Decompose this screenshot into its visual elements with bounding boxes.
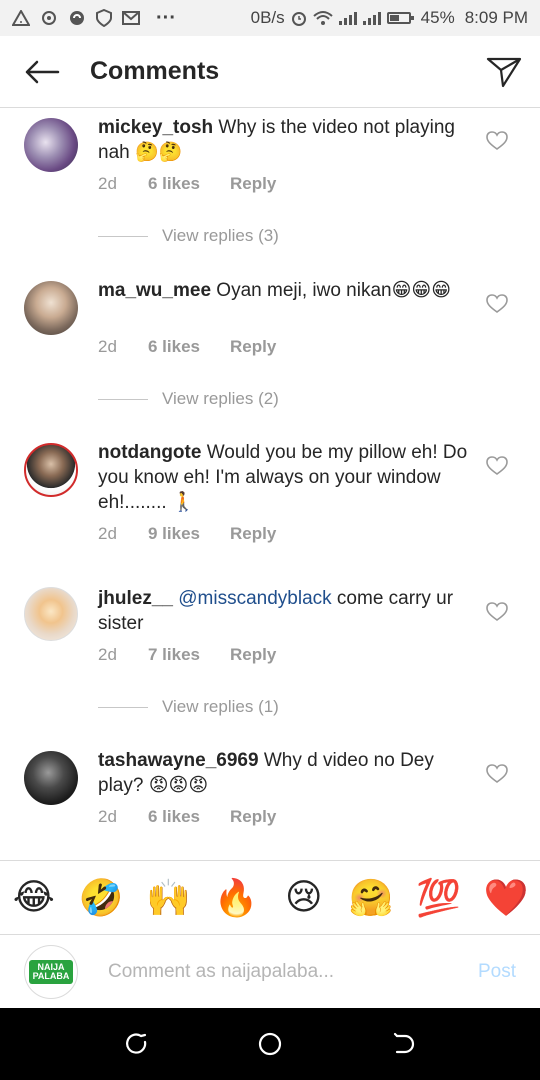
back-arrow-icon (25, 60, 60, 83)
comment-text: jhulez__ @misscandyblack come carry ur s… (98, 586, 468, 636)
mail-icon (122, 11, 140, 25)
comment-username[interactable]: jhulez__ (98, 588, 173, 609)
avatar[interactable] (24, 281, 78, 335)
emoji-hugging-button[interactable]: 🤗 (348, 877, 394, 919)
alarm-icon (291, 12, 306, 26)
brand-logo-line2: PALABA (32, 970, 70, 981)
comment-username[interactable]: mickey_tosh (98, 117, 213, 138)
wifi-icon (312, 11, 333, 25)
like-heart-icon[interactable] (486, 602, 508, 622)
comment-likes[interactable]: 6 likes (148, 174, 230, 194)
emoji-heart-button[interactable]: ❤️ (483, 877, 529, 919)
view-replies-label: View replies (1) (162, 697, 279, 716)
comment-meta: 2d 9 likes Reply (98, 524, 276, 544)
status-right: 0B/s 45% 8:09 PM (251, 8, 528, 28)
net-speed: 0B/s (250, 8, 285, 27)
share-button[interactable] (468, 36, 540, 108)
comment-meta: 2d 6 likes Reply (98, 807, 276, 827)
home-button[interactable] (250, 1024, 290, 1064)
reply-button[interactable]: Reply (230, 524, 276, 544)
avatar[interactable] (24, 587, 78, 641)
avatar[interactable] (24, 118, 78, 172)
comment-age: 2d (98, 174, 117, 193)
shield-icon (96, 9, 112, 27)
comment-age: 2d (98, 524, 117, 543)
signal-icon (338, 11, 357, 25)
comment-age: 2d (98, 645, 117, 664)
view-replies-label: View replies (3) (162, 226, 279, 245)
status-left-icons: ··· (12, 8, 176, 28)
warning-icon (12, 10, 30, 26)
comment-text: tashawayne_6969 Why d video no Dey play?… (98, 748, 468, 798)
comment-likes[interactable]: 6 likes (148, 807, 230, 827)
view-replies-button[interactable]: View replies (3) (98, 226, 279, 246)
comment-meta: 2d 6 likes Reply (98, 174, 276, 194)
app-header: Comments (0, 36, 540, 108)
current-user-avatar: NAIJA PALABA (24, 944, 78, 999)
reply-button[interactable]: Reply (230, 337, 276, 357)
recents-button[interactable] (117, 1024, 157, 1064)
status-bar: ··· 0B/s 45% 8:09 PM (0, 0, 540, 36)
page-title: Comments (90, 57, 220, 85)
comment-meta: 2d 7 likes Reply (98, 645, 276, 665)
comment-likes[interactable]: 7 likes (148, 645, 230, 665)
battery-icon (386, 12, 414, 24)
view-replies-button[interactable]: View replies (1) (98, 697, 279, 717)
comment-text: ma_wu_mee Oyan meji, iwo nikan😁😁😁 (98, 278, 468, 303)
signal-2-icon (362, 11, 381, 25)
back-nav-icon (394, 1032, 415, 1054)
comment-username[interactable]: notdangote (98, 442, 201, 463)
reply-button[interactable]: Reply (230, 174, 276, 194)
view-replies-label: View replies (2) (162, 389, 279, 408)
battery-percent: 45% (420, 8, 455, 27)
comment-body: Oyan meji, iwo nikan😁😁😁 (211, 280, 452, 301)
reply-button[interactable]: Reply (230, 807, 276, 827)
divider (98, 235, 148, 237)
emoji-quick-bar: 😂 🤣 🙌 🔥 😢 🤗 💯 ❤️ (0, 860, 540, 934)
divider (98, 706, 148, 708)
comment-likes[interactable]: 6 likes (148, 337, 230, 357)
emoji-hundred-button[interactable]: 💯 (416, 877, 462, 919)
comment-composer: NAIJA PALABA Post (0, 934, 540, 1008)
comment-age: 2d (98, 337, 117, 356)
emoji-rofl-button[interactable]: 🤣 (78, 877, 124, 919)
avatar[interactable] (24, 751, 78, 805)
like-heart-icon[interactable] (486, 764, 508, 784)
view-replies-button[interactable]: View replies (2) (98, 389, 279, 409)
comment-username[interactable]: tashawayne_6969 (98, 750, 259, 771)
comment-age: 2d (98, 807, 117, 826)
emoji-raised-hands-button[interactable]: 🙌 (146, 877, 192, 919)
avatar[interactable] (24, 443, 78, 497)
system-nav-bar (0, 1008, 540, 1080)
comments-list[interactable]: mickey_tosh Why is the video not playing… (0, 108, 540, 860)
emoji-crying-button[interactable]: 😢 (281, 877, 327, 918)
brand-logo: NAIJA PALABA (28, 959, 74, 984)
send-icon (486, 57, 522, 87)
like-heart-icon[interactable] (486, 456, 508, 476)
post-button[interactable]: Post (478, 961, 516, 983)
like-heart-icon[interactable] (486, 294, 508, 314)
chat-icon (42, 11, 56, 25)
home-icon (258, 1032, 282, 1056)
mention-link[interactable]: @misscandyblack (173, 588, 331, 609)
sync-icon (70, 11, 84, 25)
reply-button[interactable]: Reply (230, 645, 276, 665)
like-heart-icon[interactable] (486, 131, 508, 151)
comment-text: notdangote Would you be my pillow eh! Do… (98, 440, 468, 515)
emoji-joy-button[interactable]: 😂 (11, 877, 57, 918)
comment-text: mickey_tosh Why is the video not playing… (98, 115, 468, 165)
recents-icon (125, 1033, 146, 1054)
comment-username[interactable]: ma_wu_mee (98, 280, 211, 301)
emoji-fire-button[interactable]: 🔥 (213, 877, 259, 919)
comment-likes[interactable]: 9 likes (148, 524, 230, 544)
back-nav-button[interactable] (383, 1024, 423, 1064)
more-icon: ··· (156, 7, 176, 29)
back-button[interactable] (0, 36, 84, 108)
clock: 8:09 PM (464, 8, 528, 27)
comment-input[interactable] (108, 960, 438, 983)
comment-meta: 2d 6 likes Reply (98, 337, 276, 357)
divider (98, 398, 148, 400)
